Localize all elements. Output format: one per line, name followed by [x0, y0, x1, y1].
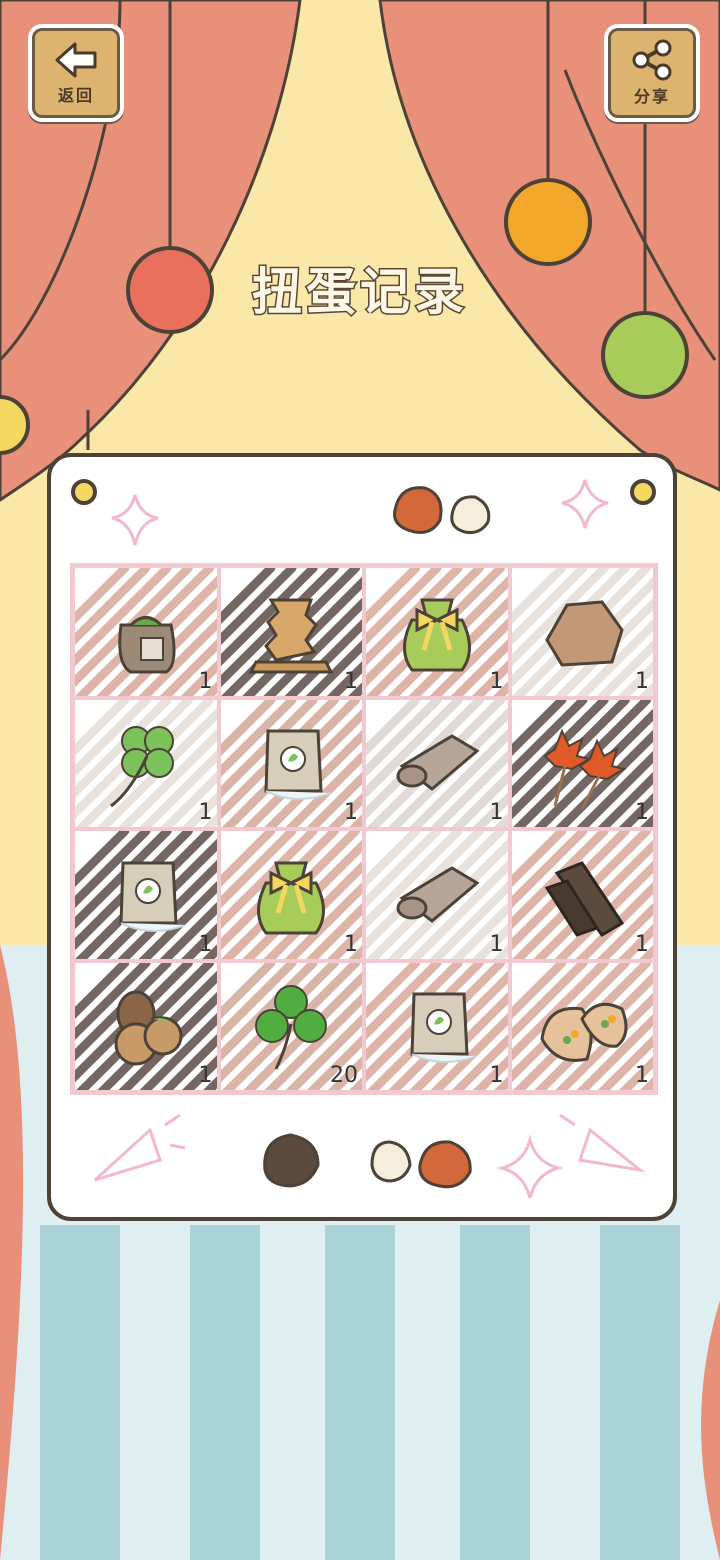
gift-bag-icon: [402, 598, 471, 672]
page-title: 扭蛋记录: [251, 262, 468, 323]
bark-icon: [544, 860, 625, 937]
item-count: 1: [489, 1063, 504, 1088]
share-label: 分享: [633, 87, 670, 106]
item-count: 1: [198, 931, 213, 957]
item-cell-three-leaf-clover[interactable]: 20: [218, 960, 364, 1092]
item-count: 1: [344, 800, 358, 825]
maple-leaf-icon: [543, 728, 627, 810]
item-count: 20: [330, 1063, 358, 1088]
seed-packet-icon: [119, 861, 187, 932]
item-count: 1: [489, 931, 504, 957]
item-cell-rolled-cloth[interactable]: 1: [364, 697, 510, 829]
seed-packet-icon: [264, 729, 332, 801]
item-count: 1: [635, 668, 649, 694]
item-count: 1: [635, 931, 649, 957]
item-cell-green-striped-gift-bag[interactable]: 1: [218, 829, 364, 961]
seed-packet-icon: [410, 992, 478, 1064]
item-count: 1: [198, 668, 213, 694]
item-count: 1: [635, 800, 649, 825]
item-cell-stacked-wooden-tower[interactable]: 1: [218, 566, 364, 698]
item-cell-green-striped-gift-bag[interactable]: 1: [364, 566, 510, 698]
back-button[interactable]: 返回: [28, 24, 124, 122]
clover-icon: [255, 985, 328, 1070]
share-button[interactable]: 分享: [604, 24, 700, 122]
item-cell-seed-packet-white[interactable]: 1: [218, 697, 364, 829]
share-icon: [632, 39, 672, 81]
item-count: 1: [635, 1063, 649, 1088]
item-cell-brown-rock[interactable]: 1: [509, 566, 655, 698]
rock-icon: [545, 600, 624, 667]
item-count: 1: [344, 931, 358, 957]
seed-sack-icon: [118, 615, 176, 674]
item-cell-rolled-cloth[interactable]: 1: [364, 829, 510, 961]
item-cell-seed-sack[interactable]: 1: [73, 566, 219, 698]
rolled-cloth-icon: [396, 866, 480, 923]
item-count: 1: [489, 800, 504, 825]
item-count: 1: [198, 800, 213, 825]
item-count: 1: [489, 668, 504, 694]
item-cell-bark-pieces[interactable]: 1: [509, 829, 655, 961]
item-cell-seed-packet-white[interactable]: 1: [364, 960, 510, 1092]
item-cell-stuffed-buns[interactable]: 1: [509, 960, 655, 1092]
item-cell-four-leaf-clover[interactable]: 1: [73, 697, 219, 829]
item-cell-pinecone-and-nuts[interactable]: 1: [73, 960, 219, 1092]
rolled-cloth-icon: [396, 734, 480, 792]
item-count: 1: [344, 668, 358, 694]
item-cell-seed-packet-blue[interactable]: 1: [73, 829, 219, 961]
item-count: 1: [198, 1063, 213, 1088]
four-leaf-clover-icon: [109, 726, 174, 808]
bun-icon: [540, 1003, 628, 1063]
pinecone-icon: [114, 990, 183, 1066]
back-label: 返回: [57, 86, 94, 105]
item-cell-maple-leaves[interactable]: 1: [509, 697, 655, 829]
back-arrow-icon: [55, 42, 97, 78]
wood-stack-icon: [248, 598, 334, 674]
gacha-record-grid: 1 1 1 1 1 1 1 1 1 1 1 1 1 20 1 1: [70, 563, 658, 1095]
gift-bag-icon: [257, 861, 326, 935]
